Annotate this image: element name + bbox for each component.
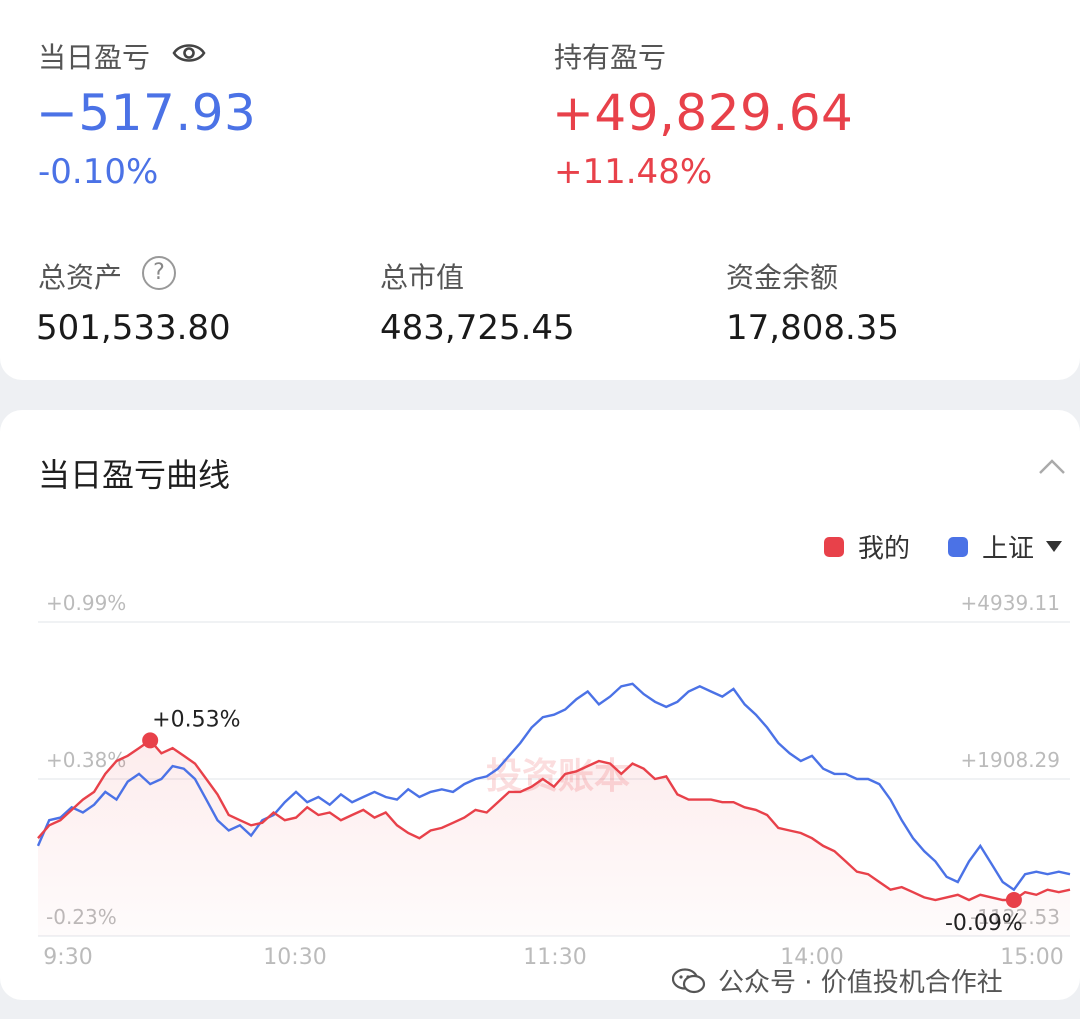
- holding-pnl-label: 持有盈亏: [554, 41, 667, 74]
- holding-pnl-percent: +11.48%: [554, 152, 713, 192]
- daily-pnl-label: 当日盈亏: [38, 41, 151, 74]
- total-assets-value: 501,533.80: [36, 308, 231, 348]
- cash-balance-label: 资金余额: [726, 261, 839, 294]
- daily-pnl-percent: -0.10%: [38, 152, 159, 192]
- annotation-label: +0.53%: [152, 707, 240, 732]
- legend-swatch-mine: [824, 536, 844, 557]
- x-tick: 15:00: [1000, 945, 1063, 970]
- watermark-text: 公众号 · 价值投机合作社: [718, 968, 1003, 998]
- x-tick: 9:30: [43, 945, 92, 970]
- cash-balance-value: 17,808.35: [726, 308, 900, 348]
- holding-pnl-value: +49,829.64: [552, 84, 854, 142]
- y-right-tick: +4939.11: [961, 591, 1060, 615]
- x-tick: 10:30: [263, 945, 326, 970]
- x-tick: 11:30: [523, 945, 586, 970]
- legend-label-mine: 我的: [858, 534, 911, 564]
- chevron-up-icon[interactable]: [1037, 456, 1067, 476]
- chart-title: 当日盈亏曲线: [38, 456, 231, 494]
- eye-icon[interactable]: [172, 40, 206, 66]
- total-assets-label: 总资产: [38, 261, 123, 294]
- annotation-label: -0.09%: [945, 911, 1023, 936]
- market-value-value: 483,725.45: [380, 308, 575, 348]
- wechat-watermark: 公众号 · 价值投机合作社: [672, 962, 1003, 999]
- caret-down-icon[interactable]: [1046, 541, 1063, 552]
- legend-label-index: 上证: [982, 534, 1035, 564]
- legend-swatch-index: [948, 536, 968, 557]
- pnl-line-chart[interactable]: 投资账本 +0.99%+0.38%-0.23%+4939.11+1908.29-…: [0, 580, 1080, 1000]
- legend-item-mine[interactable]: 我的: [824, 528, 910, 565]
- daily-pnl-value: −517.93: [36, 84, 257, 142]
- wechat-icon: [672, 967, 706, 993]
- annotation-marker: [1005, 891, 1022, 908]
- y-right-tick: +1908.29: [961, 748, 1060, 772]
- market-value-label: 总市值: [380, 261, 465, 294]
- legend-item-index[interactable]: 上证: [948, 528, 1063, 565]
- help-icon[interactable]: ?: [142, 256, 176, 290]
- y-left-tick: +0.99%: [46, 591, 126, 615]
- summary-card: 当日盈亏 −517.93 -0.10% 持有盈亏 +49,829.64 +11.…: [0, 0, 1080, 380]
- annotation-marker: [142, 732, 159, 749]
